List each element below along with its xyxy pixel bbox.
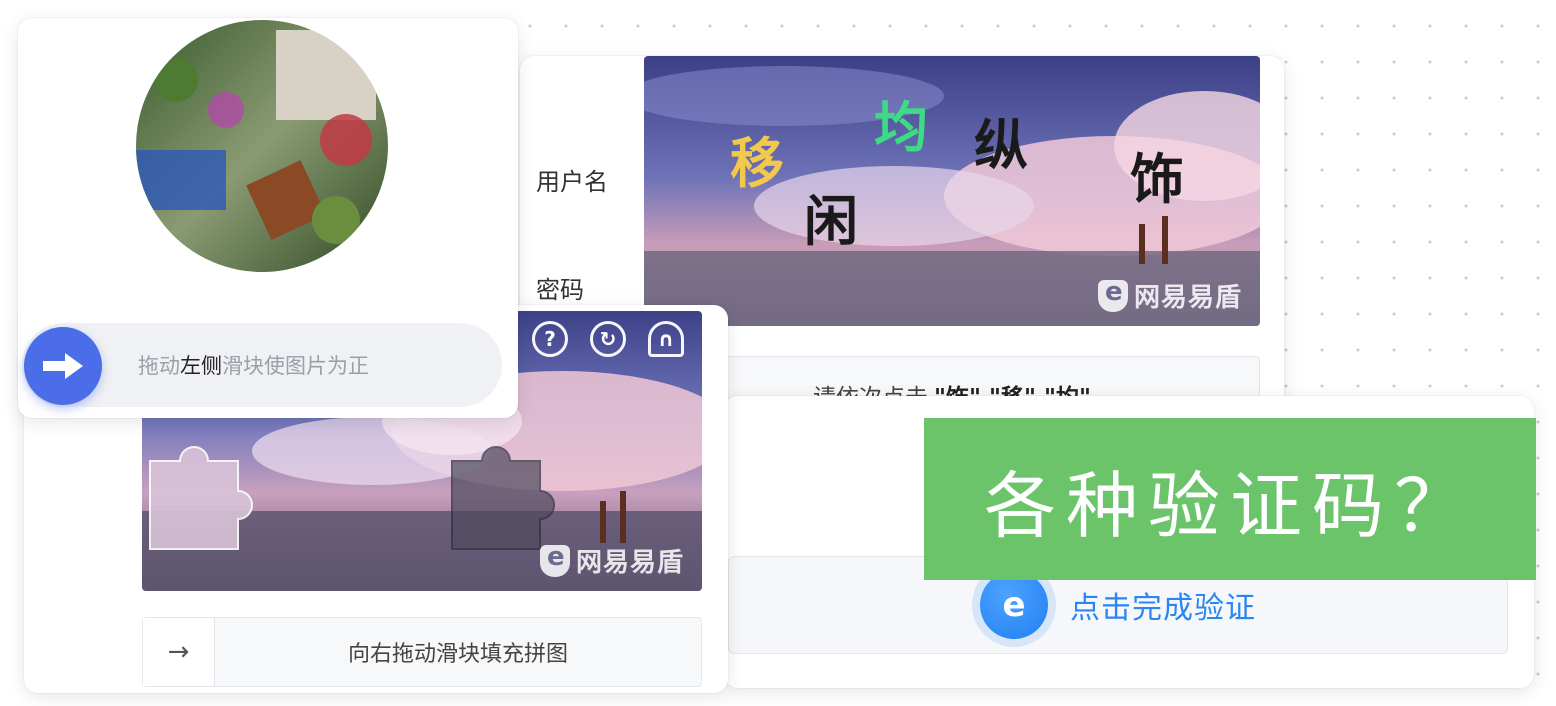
rotate-slider-handle[interactable] xyxy=(24,327,102,405)
puzzle-slider-label: 向右拖动滑块填充拼图 xyxy=(347,642,568,667)
banner-title: 各种验证码？ xyxy=(983,463,1476,548)
click-char-1[interactable]: 移 xyxy=(730,136,784,190)
puzzle-slider-track[interactable]: → 向右拖动滑块填充拼图 xyxy=(142,617,702,687)
password-label: 密码 xyxy=(536,276,584,304)
brand-text: 网易易盾 xyxy=(1133,283,1242,313)
username-label: 用户名 xyxy=(536,168,608,196)
headphones-icon[interactable]: ∩ xyxy=(648,321,684,357)
click-char-2[interactable]: 均 xyxy=(874,100,928,154)
puzzle-slider-handle[interactable]: → xyxy=(143,618,215,686)
brand-watermark: 网易易盾 xyxy=(1097,277,1242,314)
brand-text: 网易易盾 xyxy=(575,548,684,578)
rotate-image xyxy=(136,20,388,272)
shield-e-icon xyxy=(539,542,570,577)
title-banner: 各种验证码？ xyxy=(924,418,1536,580)
help-icon[interactable]: ? xyxy=(532,321,568,357)
refresh-icon[interactable]: ↻ xyxy=(590,321,626,357)
rotate-slider-track[interactable]: 拖动 左侧 滑块使图片为正 xyxy=(22,323,502,407)
rotate-captcha-card: 拖动 左侧 滑块使图片为正 xyxy=(18,18,518,418)
arrow-right-icon xyxy=(43,353,83,379)
verify-button-label: 点击完成验证 xyxy=(1070,591,1256,626)
garden-photo xyxy=(136,20,388,272)
click-captcha-image[interactable]: 移 均 纵 闲 饰 网易易盾 xyxy=(644,56,1260,326)
click-char-5[interactable]: 饰 xyxy=(1130,152,1184,206)
brand-watermark: 网易易盾 xyxy=(539,542,684,579)
click-char-4[interactable]: 闲 xyxy=(804,194,858,248)
click-char-3[interactable]: 纵 xyxy=(974,118,1028,172)
shield-icon: e xyxy=(980,571,1048,639)
puzzle-toolbar: ? ↻ ∩ xyxy=(532,321,684,357)
shield-e-icon xyxy=(1097,277,1128,312)
rotate-slider-label: 拖动 左侧 滑块使图片为正 xyxy=(138,354,369,378)
